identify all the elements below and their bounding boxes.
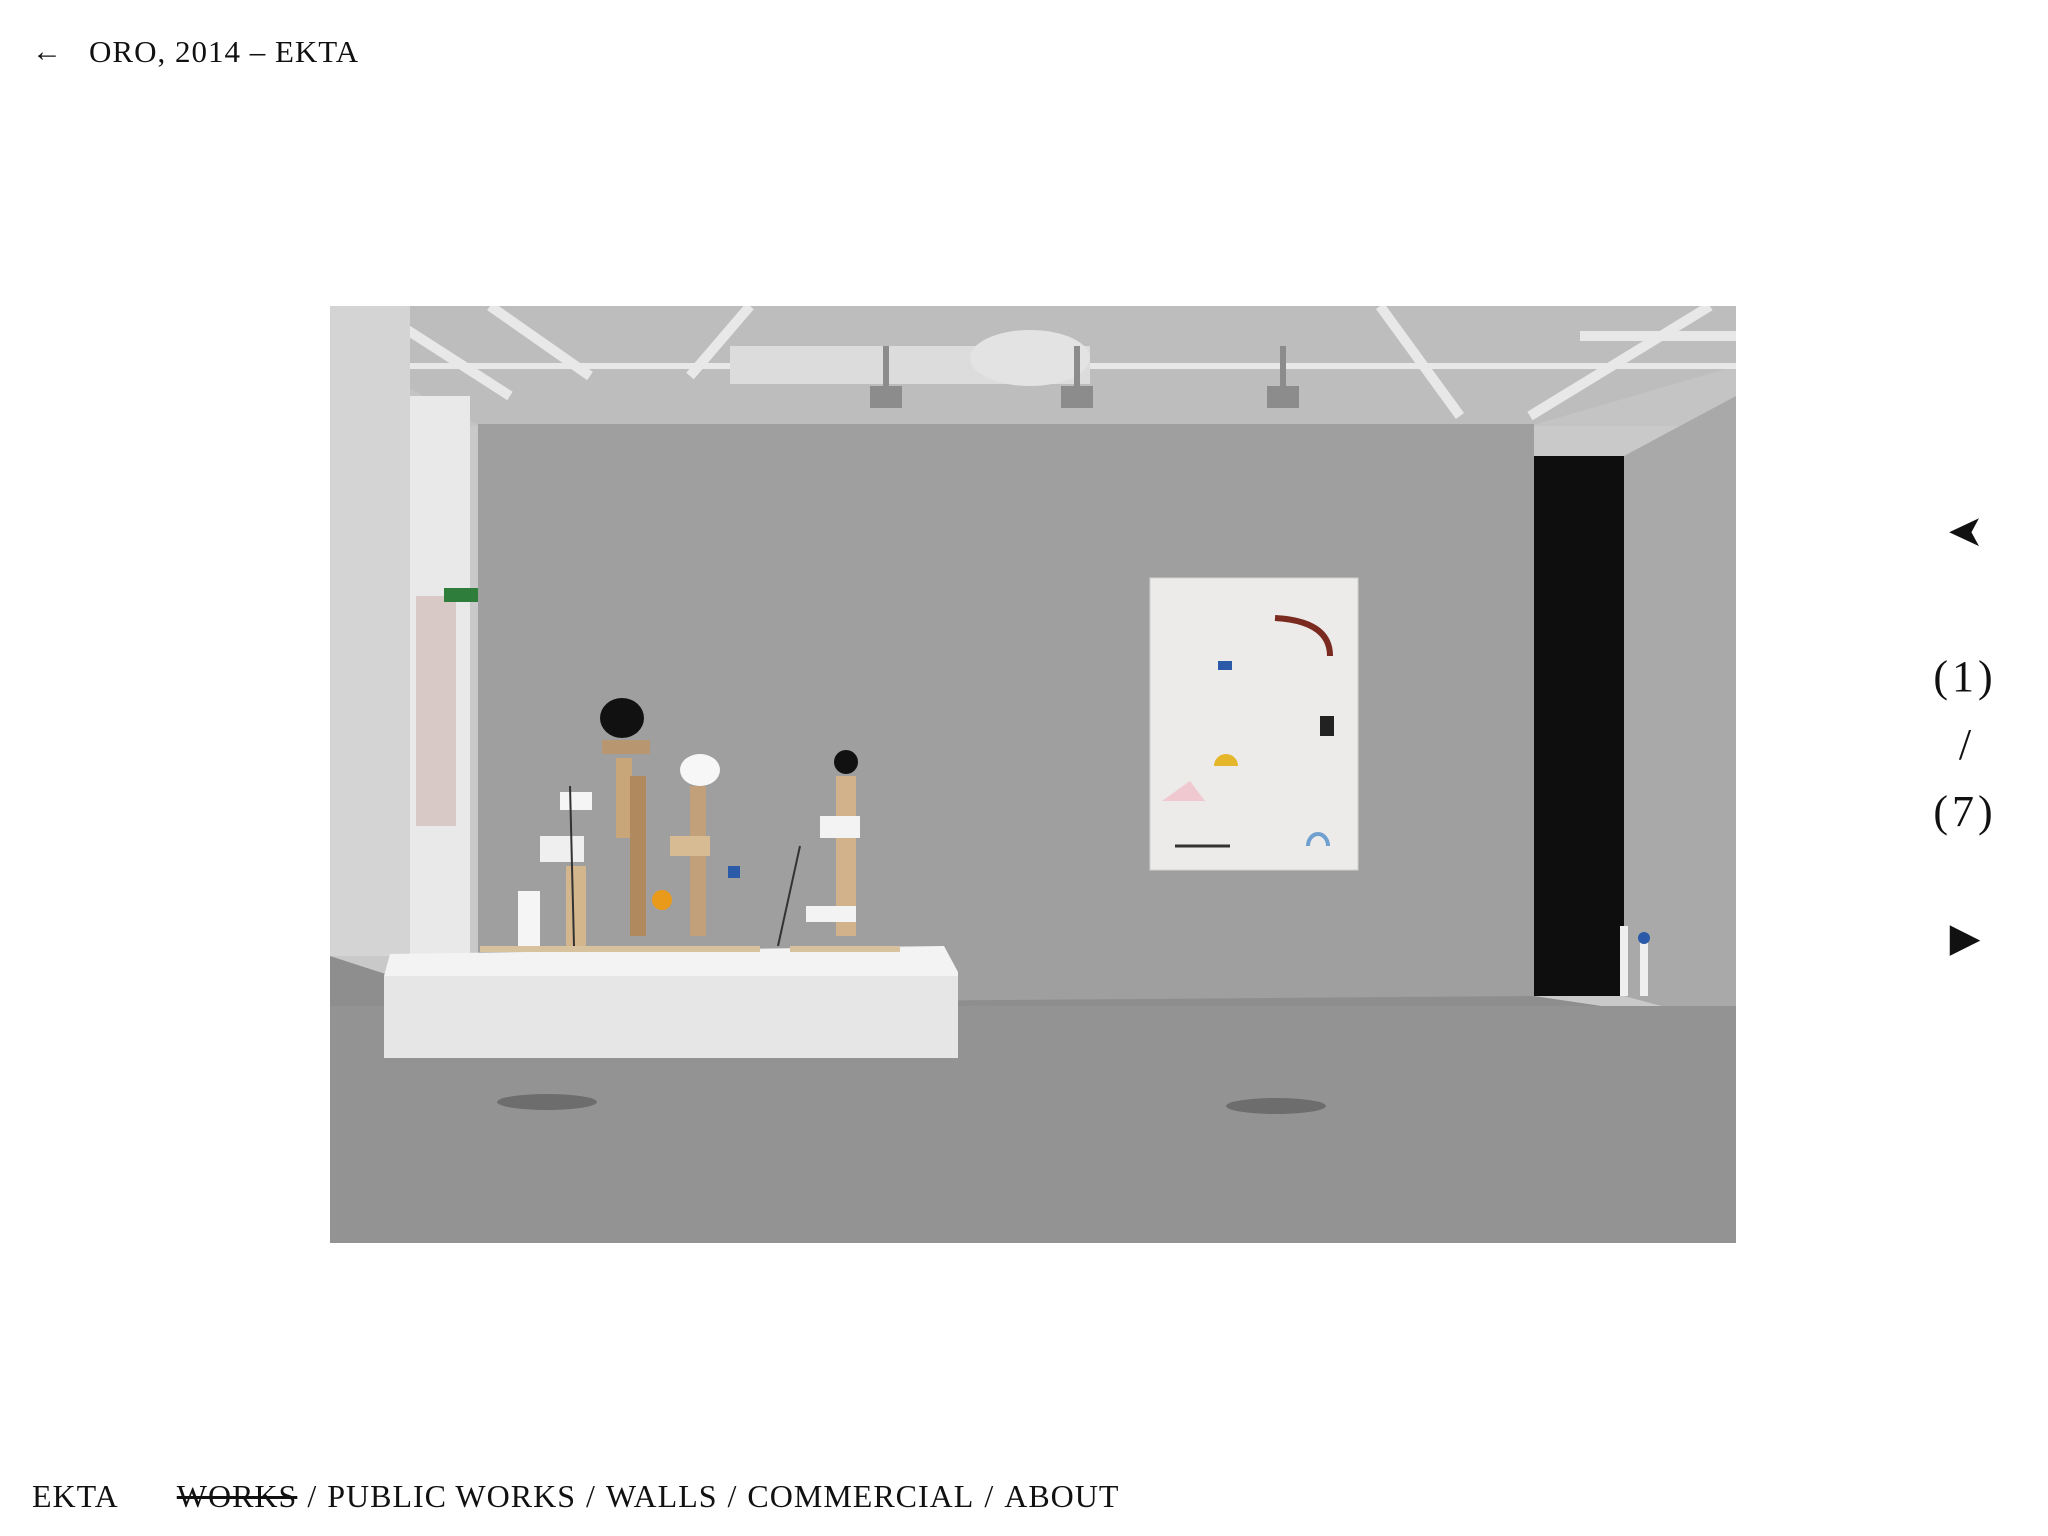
nav-separator: /: [585, 1478, 596, 1514]
next-arrow-icon[interactable]: ▶: [1930, 918, 2000, 958]
main-nav: WORKS / PUBLIC WORKS / WALLS / COMMERCIAL / ABOU…: [177, 1478, 1120, 1515]
nav-item-commercial[interactable]: COMMERCIAL: [747, 1478, 974, 1514]
brand-logo[interactable]: EKTA: [32, 1478, 119, 1515]
nav-item-about[interactable]: ABOUT: [1004, 1478, 1119, 1514]
header: ← ORO, 2014 – EKTA: [32, 34, 359, 70]
pager-current: (1): [1933, 652, 1997, 701]
nav-item-public-works[interactable]: PUBLIC WORKS: [327, 1478, 576, 1514]
nav-separator: /: [727, 1478, 738, 1514]
nav-item-walls[interactable]: WALLS: [606, 1478, 718, 1514]
footer: EKTA WORKS / PUBLIC WORKS / WALLS / COMMERCIAL…: [32, 1478, 1119, 1515]
pager-separator: /: [1958, 720, 1972, 769]
back-arrow-icon[interactable]: ←: [32, 37, 63, 67]
nav-separator: /: [307, 1478, 318, 1514]
pager: ➤ (1) / (7) ▶: [1930, 507, 2000, 958]
prev-arrow-icon[interactable]: ➤: [1947, 507, 1984, 556]
nav-separator: /: [984, 1478, 995, 1514]
page-title: ORO, 2014 – EKTA: [89, 34, 360, 69]
gallery-image: [330, 306, 1736, 1243]
pager-total: (7): [1933, 787, 1997, 836]
nav-item-works[interactable]: WORKS: [177, 1478, 298, 1514]
